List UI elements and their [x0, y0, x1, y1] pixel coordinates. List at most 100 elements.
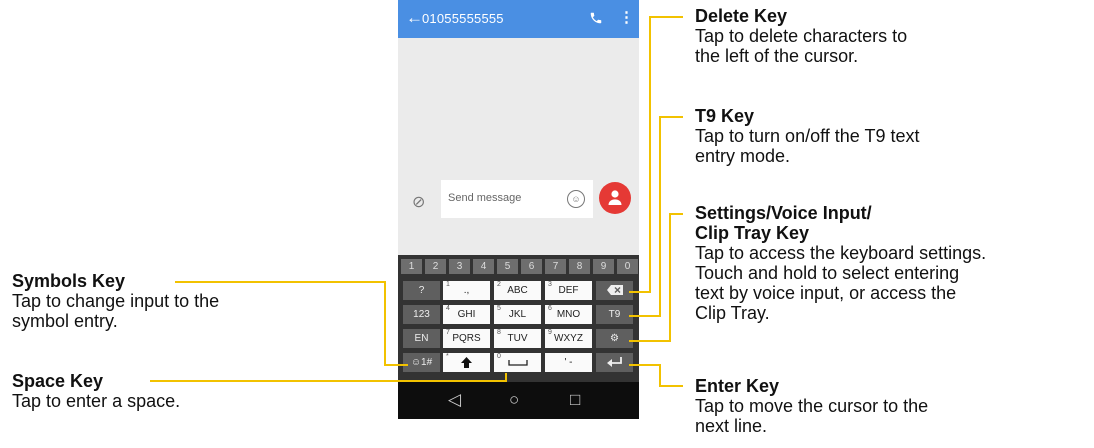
key-letters: ., [463, 285, 470, 296]
settings-key-title-line1: Settings/Voice Input/ [695, 203, 872, 223]
shift-key[interactable]: * [443, 353, 490, 372]
callout-line-symbols-v [384, 281, 386, 365]
symbols-key[interactable]: ☺1# [403, 353, 440, 372]
number-key[interactable]: 8 [569, 259, 590, 274]
key-6[interactable]: 6 MNO [545, 305, 592, 324]
message-input[interactable]: Send message ☺ [441, 180, 593, 218]
callout-line-space [150, 380, 506, 382]
number-key[interactable]: 2 [425, 259, 446, 274]
app-bar: ← 01055555555 ⋮ [398, 0, 639, 38]
settings-key-desc-line4: Clip Tray. [695, 303, 770, 323]
key-4[interactable]: 4 GHI [443, 305, 490, 324]
nav-home-icon[interactable]: ○ [509, 390, 519, 410]
callout-line-enter [629, 364, 660, 366]
space-key-desc-line1: Tap to enter a space. [12, 391, 181, 411]
number-key[interactable]: 6 [521, 259, 542, 274]
settings-key[interactable]: ⚙ [596, 329, 633, 348]
key-digit: 5 [497, 305, 501, 312]
settings-key-desc-line3: text by voice input, or access the [695, 283, 957, 303]
space-bar-icon [507, 360, 528, 366]
number-key[interactable]: 4 [473, 259, 494, 274]
space-key[interactable]: 0 [494, 353, 541, 372]
number-key[interactable]: 1 [401, 259, 422, 274]
delete-key-desc-line2: the left of the cursor. [695, 46, 859, 66]
numbers-123-key[interactable]: 123 [403, 305, 440, 324]
back-arrow-icon[interactable]: ← [406, 8, 423, 28]
key-letters: WXYZ [554, 333, 583, 344]
delete-key-title: Delete Key [695, 6, 788, 26]
message-placeholder: Send message [448, 192, 522, 204]
callout-line-enter-v [659, 364, 661, 386]
settings-key-desc-line1: Tap to access the keyboard settings. [695, 243, 987, 263]
attachment-icon[interactable]: ⊘ [412, 192, 425, 212]
key-letters: TUV [507, 333, 528, 344]
symbols-question-key[interactable]: ? [403, 281, 440, 300]
emoji-icon[interactable]: ☺ [567, 190, 585, 208]
t9-keyboard: 1 2 3 4 5 6 7 8 9 0 ? 1 ., 2 ABC 3 DEF 1… [398, 255, 639, 382]
enter-return-icon [606, 357, 622, 367]
nav-recents-icon[interactable]: □ [570, 390, 580, 410]
settings-key-desc-line2: Touch and hold to select entering [695, 263, 960, 283]
person-icon [608, 190, 622, 205]
delete-key[interactable] [596, 281, 633, 300]
t9-key[interactable]: T9 [596, 305, 633, 324]
compose-bar: ⊘ Send message ☺ [398, 178, 639, 230]
callout-line-settings [669, 213, 683, 215]
number-key[interactable]: 5 [497, 259, 518, 274]
t9-key-desc-line2: entry mode. [695, 146, 791, 166]
callout-line-t9-v [659, 116, 661, 316]
navigation-bar: ◁ ○ □ [398, 382, 639, 419]
key-1[interactable]: 1 ., [443, 281, 490, 300]
backspace-icon [606, 285, 623, 295]
key-9[interactable]: 9 WXYZ [545, 329, 592, 348]
key-digit: 0 [497, 353, 501, 360]
key-8[interactable]: 8 TUV [494, 329, 541, 348]
key-5[interactable]: 5 JKL [494, 305, 541, 324]
key-digit: 9 [548, 329, 552, 336]
punctuation-key[interactable]: ' - [545, 353, 592, 372]
key-digit: 1 [446, 281, 450, 288]
language-key[interactable]: EN [403, 329, 440, 348]
enter-key-desc-line1: Tap to move the cursor to the [695, 396, 929, 416]
key-digit: 7 [446, 329, 450, 336]
callout-line-t9-h2 [629, 315, 661, 317]
symbols-key-desc-line2: symbol entry. [12, 311, 118, 331]
phone-screen: ← 01055555555 ⋮ ⊘ Send message ☺ 1 2 3 4… [398, 0, 639, 419]
number-key[interactable]: 0 [617, 259, 638, 274]
number-key[interactable]: 9 [593, 259, 614, 274]
key-7[interactable]: 7 PQRS [443, 329, 490, 348]
key-digit: 2 [497, 281, 501, 288]
key-letters: DEF [558, 285, 579, 296]
key-2[interactable]: 2 ABC [494, 281, 541, 300]
enter-key-title: Enter Key [695, 376, 780, 396]
enter-key[interactable] [596, 353, 633, 372]
conversation-phone-number: 01055555555 [422, 11, 504, 26]
key-digit: 8 [497, 329, 501, 336]
callout-line-symbols [175, 281, 385, 283]
key-3[interactable]: 3 DEF [545, 281, 592, 300]
nav-back-icon[interactable]: ◁ [448, 390, 461, 410]
symbols-key-title: Symbols Key [12, 271, 126, 291]
number-key[interactable]: 3 [449, 259, 470, 274]
enter-key-desc-line2: next line. [695, 416, 768, 436]
shift-arrow-icon [461, 357, 472, 368]
callout-line-symbols-h2 [384, 364, 408, 366]
space-key-title: Space Key [12, 371, 104, 391]
send-button[interactable] [599, 182, 631, 214]
phone-call-icon[interactable] [589, 10, 603, 26]
more-options-icon[interactable]: ⋮ [619, 9, 634, 27]
key-letters: GHI [457, 309, 476, 320]
t9-key-desc-line1: Tap to turn on/off the T9 text [695, 126, 920, 146]
settings-key-title-line2: Clip Tray Key [695, 223, 810, 243]
key-letters: PQRS [452, 333, 481, 344]
callout-line-settings-h2 [629, 340, 671, 342]
gear-icon: ⚙ [610, 333, 619, 344]
callout-line-delete [649, 16, 683, 18]
key-letters: MNO [556, 309, 581, 320]
callout-line-delete-h2 [629, 291, 651, 293]
t9-key-title: T9 Key [695, 106, 755, 126]
number-key[interactable]: 7 [545, 259, 566, 274]
key-letters: ABC [507, 285, 528, 296]
symbols-key-desc-line1: Tap to change input to the [12, 291, 220, 311]
callout-line-t9 [659, 116, 683, 118]
